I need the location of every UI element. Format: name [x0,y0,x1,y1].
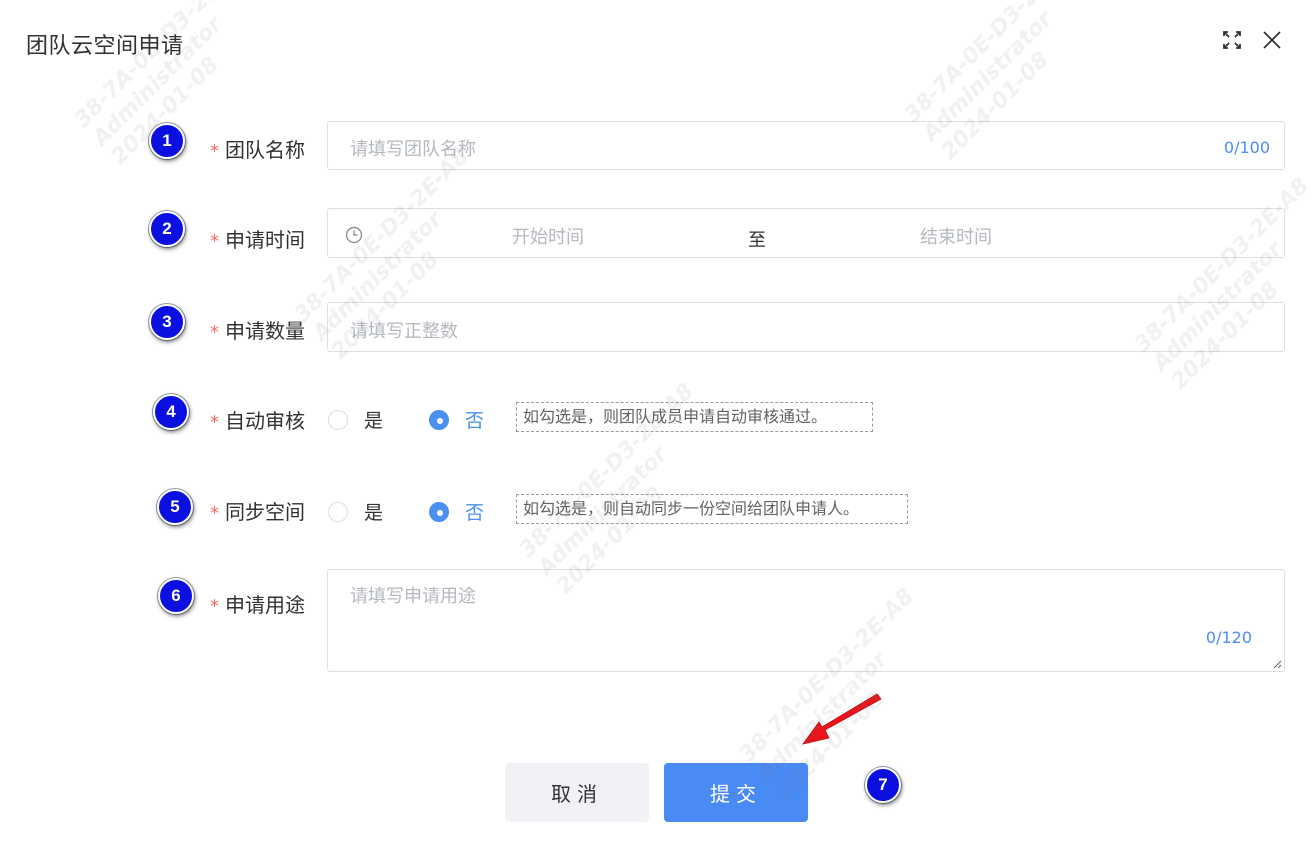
auto-review-hint: 如勾选是，则团队成员申请自动审核通过。 [516,402,873,432]
step-marker-1: 1 [149,123,185,159]
apply-time-label: * 申请时间 [210,224,305,253]
step-marker-5: 5 [157,489,193,525]
resize-handle-icon[interactable] [1272,659,1282,669]
auto-review-label: * 自动审核 [210,405,305,434]
fullscreen-button[interactable] [1220,28,1244,52]
watermark: 38-7A-0E-D3-2E-A8Administrator2024-01-08 [1130,173,1312,395]
auto-review-radio-yes[interactable]: 是 [328,406,383,433]
step-marker-7: 7 [865,767,901,803]
range-separator: 至 [748,230,766,251]
apply-quantity-input[interactable]: 请填写正整数 [327,302,1285,352]
red-arrow-annotation [802,693,882,745]
radio-label: 否 [465,410,485,432]
team-cloud-space-dialog: 团队云空间申请 1 * 团队名称 请填写团队名称 0/100 2 * 申请时间 [0,0,1312,851]
sync-space-radio-yes[interactable]: 是 [328,498,383,525]
apply-quantity-label-text: 申请数量 [225,319,305,343]
auto-review-label-text: 自动审核 [225,409,305,433]
clock-icon [345,226,363,244]
required-mark: * [210,141,219,162]
required-mark: * [210,322,219,343]
radio-circle [328,409,348,430]
step-marker-2: 2 [149,211,185,247]
dialog-title: 团队云空间申请 [26,34,184,59]
auto-review-radio-no[interactable]: 否 [429,406,484,433]
radio-label: 是 [364,502,384,524]
radio-label: 是 [364,410,384,432]
close-button[interactable] [1260,28,1284,52]
purpose-counter: 0/120 [1205,628,1252,647]
required-mark: * [210,596,219,617]
expand-icon [1223,31,1241,49]
submit-button[interactable]: 提交 [664,763,808,822]
team-name-counter: 0/100 [1223,138,1270,157]
apply-quantity-placeholder: 请填写正整数 [350,321,458,342]
radio-circle [429,409,449,430]
apply-time-label-text: 申请时间 [225,228,305,252]
sync-space-radio-no[interactable]: 否 [429,498,484,525]
apply-quantity-label: * 申请数量 [210,315,305,344]
step-marker-6: 6 [158,578,194,614]
team-name-input[interactable]: 请填写团队名称 0/100 [327,121,1285,170]
team-name-label: * 团队名称 [210,134,305,163]
step-marker-4: 4 [153,394,189,430]
purpose-label-text: 申请用途 [225,593,305,617]
purpose-placeholder: 请填写申请用途 [350,586,476,607]
cancel-button[interactable]: 取消 [505,763,649,822]
sync-space-hint: 如勾选是，则自动同步一份空间给团队申请人。 [516,494,908,524]
required-mark: * [210,503,219,524]
required-mark: * [210,231,219,252]
step-marker-3: 3 [149,304,185,340]
radio-label: 否 [465,502,485,524]
purpose-label: * 申请用途 [210,589,305,618]
close-icon [1263,31,1281,49]
apply-time-range-picker[interactable]: 开始时间 至 结束时间 [327,208,1285,258]
team-name-label-text: 团队名称 [225,138,305,162]
start-time-input[interactable]: 开始时间 [512,223,584,249]
sync-space-label: * 同步空间 [210,496,305,525]
purpose-textarea[interactable]: 请填写申请用途 0/120 [327,569,1285,672]
team-name-placeholder: 请填写团队名称 [350,139,476,160]
sync-space-label-text: 同步空间 [225,500,305,524]
required-mark: * [210,412,219,433]
end-time-input[interactable]: 结束时间 [920,223,992,249]
radio-circle [328,501,348,522]
radio-circle [429,501,449,522]
